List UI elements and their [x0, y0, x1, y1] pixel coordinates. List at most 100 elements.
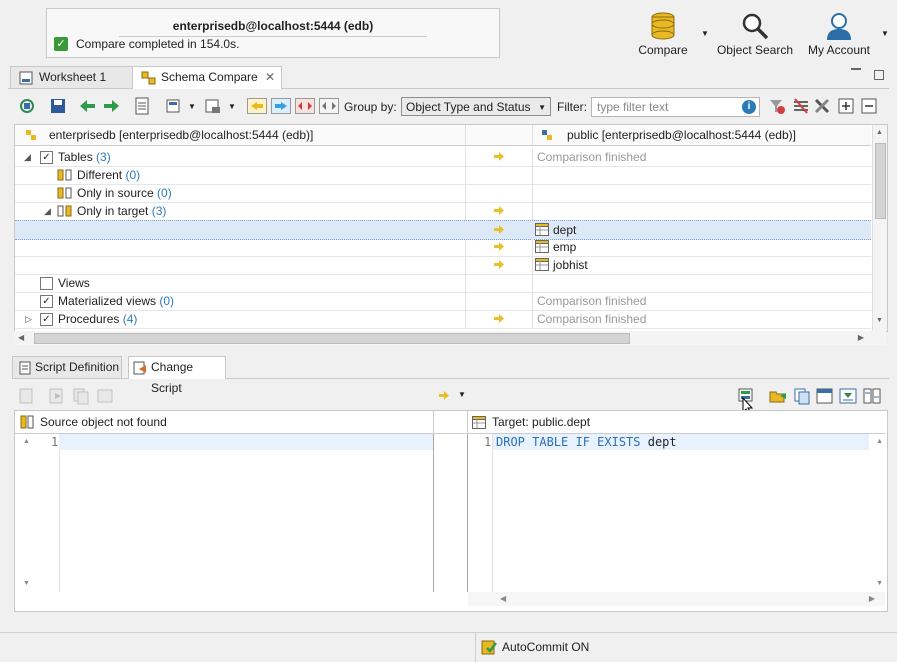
- close-icon[interactable]: ✕: [265, 67, 275, 88]
- tree-row-views[interactable]: Views: [15, 274, 871, 293]
- emp-label: emp: [553, 240, 577, 254]
- compare-label: Compare: [638, 43, 688, 57]
- tree-row-dept[interactable]: dept: [15, 220, 871, 240]
- source-line-number: 1: [51, 435, 59, 449]
- source-script-header: Source object not found: [15, 411, 434, 434]
- collapsed-triangle-icon[interactable]: ▷: [25, 310, 32, 328]
- tree-row-procedures[interactable]: ▷ ✓ Procedures (4) Comparison finished: [15, 310, 871, 329]
- expanded-triangle-icon[interactable]: ◢: [44, 202, 51, 220]
- split-view-icon[interactable]: [863, 387, 881, 405]
- scroll-down-icon[interactable]: ▼: [876, 580, 883, 587]
- tools-icon[interactable]: [813, 97, 831, 115]
- yellow-arrow-icon: [494, 152, 504, 161]
- target-horizontal-scrollbar[interactable]: ◀ ▶: [468, 592, 885, 606]
- report-icon[interactable]: [133, 97, 151, 115]
- target-script-header: Target: public.dept: [468, 411, 885, 434]
- scroll-down-icon[interactable]: ▼: [23, 580, 30, 587]
- info-icon[interactable]: i: [742, 100, 756, 114]
- diff-gutter: [434, 434, 468, 592]
- group-by-label: Group by:: [344, 100, 397, 114]
- tab-script-definition[interactable]: Script Definition: [12, 356, 122, 378]
- autocommit-status[interactable]: AutoCommit ON: [502, 640, 589, 654]
- show-target-only-icon[interactable]: [247, 97, 267, 115]
- procedures-checkbox[interactable]: ✓: [40, 313, 53, 326]
- run-script-icon[interactable]: [48, 387, 66, 405]
- clear-filter-icon[interactable]: [768, 97, 786, 115]
- yellow-arrow-icon: [494, 242, 504, 251]
- tree-row-jobhist[interactable]: jobhist: [15, 256, 871, 275]
- scroll-thumb[interactable]: [34, 333, 630, 344]
- download-icon[interactable]: [839, 387, 857, 405]
- sql-file-icon[interactable]: [816, 387, 834, 405]
- yellow-arrow-icon: [494, 225, 504, 234]
- direction-dropdown-icon[interactable]: ▼: [458, 390, 466, 399]
- scroll-up-icon[interactable]: ▲: [876, 438, 883, 445]
- tree-row-different[interactable]: Different (0): [15, 166, 871, 185]
- tree-row-materialized-views[interactable]: ✓ Materialized views (0) Comparison fini…: [15, 292, 871, 311]
- only-in-target-count: (3): [151, 204, 167, 218]
- copy-script-icon[interactable]: [72, 387, 90, 405]
- minimize-icon[interactable]: [851, 68, 861, 70]
- target-script-editor[interactable]: 1 DROP TABLE IF EXISTS dept ▲ ▼: [468, 434, 885, 592]
- materialized-views-status: Comparison finished: [537, 294, 647, 308]
- compare-dropdown-icon[interactable]: ▼: [701, 29, 709, 38]
- table-icon: [472, 416, 486, 429]
- group-by-select[interactable]: Object Type and Status ▼: [401, 97, 551, 116]
- compare-node-icon: [57, 205, 72, 217]
- grid-vertical-scrollbar[interactable]: ▲ ▼: [872, 125, 887, 331]
- target-column-header[interactable]: public [enterprisedb@localhost:5444 (edb…: [533, 125, 871, 145]
- layout-icon[interactable]: [165, 97, 183, 115]
- open-sql-icon[interactable]: [96, 387, 114, 405]
- yellow-arrow-icon: [494, 260, 504, 269]
- notification-message: Compare completed in 154.0s.: [76, 37, 240, 51]
- refresh-compare-icon[interactable]: [18, 97, 36, 115]
- collapse-all-icon[interactable]: [860, 97, 878, 115]
- user-icon: [827, 13, 851, 40]
- tree-row-only-in-source[interactable]: Only in source (0): [15, 184, 871, 203]
- scroll-thumb[interactable]: [875, 143, 886, 219]
- export-icon[interactable]: [204, 97, 222, 115]
- grid-horizontal-scrollbar[interactable]: ◀ ▶: [14, 331, 886, 345]
- show-different-icon[interactable]: [295, 97, 315, 115]
- scroll-up-icon[interactable]: ▲: [23, 438, 30, 445]
- export-dropdown-icon[interactable]: ▼: [228, 102, 236, 111]
- tab-change-script[interactable]: Change Script: [128, 356, 226, 395]
- tree-row-emp[interactable]: emp: [15, 238, 871, 257]
- tab-worksheet[interactable]: Worksheet 1: [10, 66, 134, 88]
- apply-icon[interactable]: [18, 387, 36, 405]
- yellow-arrow-icon: [494, 206, 504, 215]
- show-identical-icon[interactable]: [319, 97, 339, 115]
- materialized-views-checkbox[interactable]: ✓: [40, 295, 53, 308]
- notification-title: enterprisedb@localhost:5444 (edb): [172, 19, 374, 33]
- script-tabbar: Script Definition Change Script: [12, 356, 889, 395]
- tree-row-tables[interactable]: ◢ ✓ Tables (3) Comparison finished: [15, 148, 871, 167]
- copy-icon[interactable]: [793, 387, 811, 405]
- materialized-views-label: Materialized views: [58, 294, 157, 308]
- source-header-label: enterprisedb [enterprisedb@localhost:544…: [49, 128, 314, 142]
- hide-filtered-icon[interactable]: [792, 97, 810, 115]
- open-folder-icon[interactable]: [769, 387, 787, 405]
- compare-node-icon: [20, 415, 34, 429]
- account-dropdown-icon[interactable]: ▼: [881, 29, 889, 38]
- table-icon: [535, 240, 549, 253]
- tree-row-only-in-target[interactable]: ◢ Only in target (3): [15, 202, 871, 221]
- yellow-arrow-icon: [439, 391, 449, 400]
- filter-input[interactable]: type filter text i: [591, 97, 760, 117]
- layout-dropdown-icon[interactable]: ▼: [188, 102, 196, 111]
- maximize-icon[interactable]: [874, 70, 884, 80]
- views-checkbox[interactable]: [40, 277, 53, 290]
- tables-label: Tables: [58, 150, 93, 164]
- show-source-only-icon[interactable]: [271, 97, 291, 115]
- save-icon[interactable]: [49, 97, 67, 115]
- tab-schema-compare[interactable]: Schema Compare ✕: [132, 66, 282, 89]
- expanded-triangle-icon[interactable]: ◢: [24, 148, 31, 166]
- source-script-editor[interactable]: 1 ▲ ▼: [15, 434, 434, 592]
- copy-left-icon[interactable]: [79, 97, 97, 115]
- chevron-down-icon: ▼: [538, 103, 546, 112]
- tables-checkbox[interactable]: ✓: [40, 151, 53, 164]
- target-code-line: DROP TABLE IF EXISTS dept: [496, 435, 677, 449]
- script-diff-pane: Source object not found Target: public.d…: [14, 410, 888, 612]
- expand-all-icon[interactable]: [837, 97, 855, 115]
- source-column-header[interactable]: enterprisedb [enterprisedb@localhost:544…: [15, 125, 466, 145]
- copy-right-icon[interactable]: [102, 97, 120, 115]
